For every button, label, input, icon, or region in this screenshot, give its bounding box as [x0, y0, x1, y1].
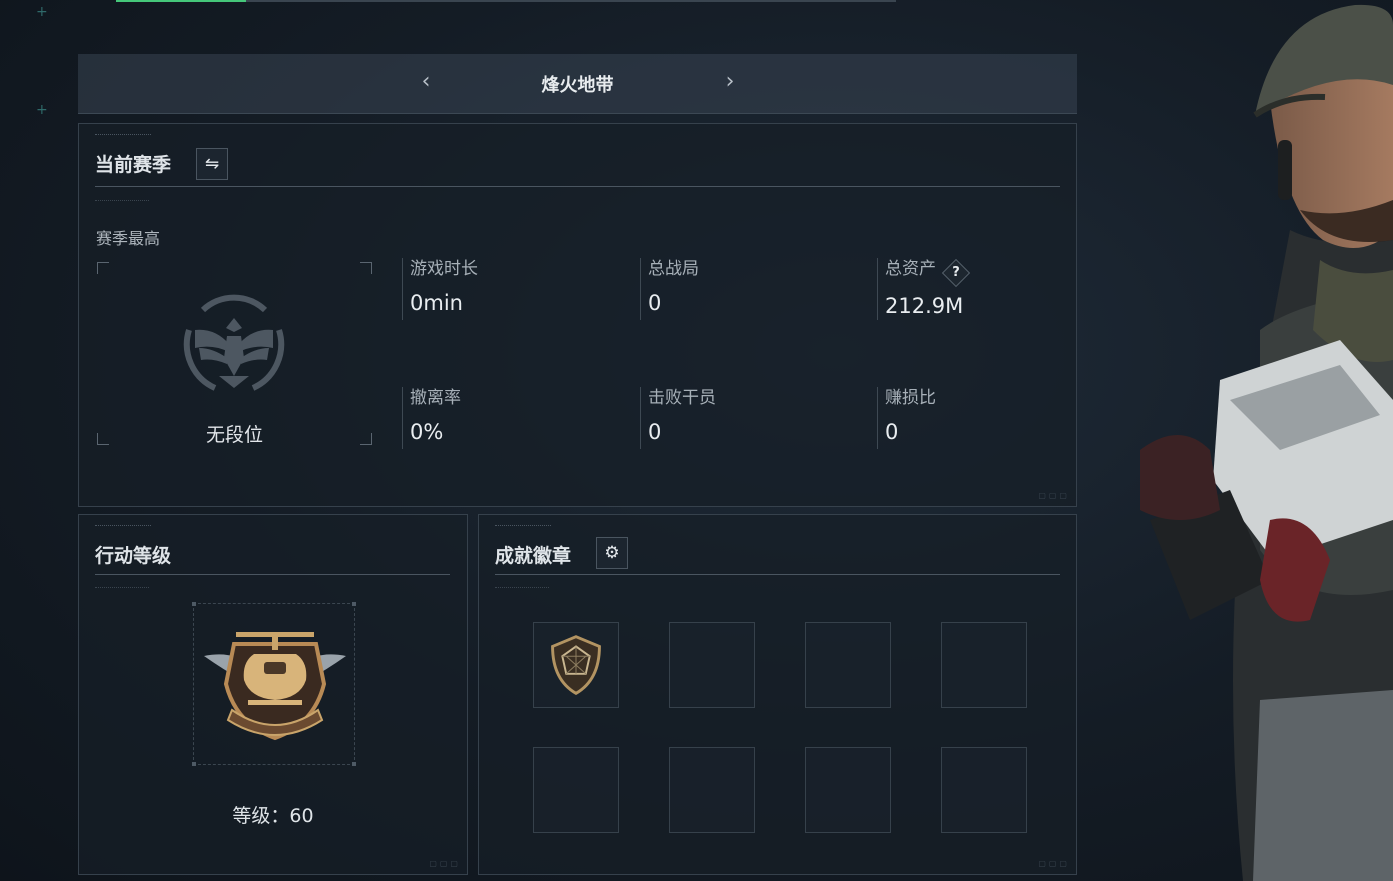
season-best-label: 赛季最高 — [96, 229, 161, 248]
help-icon[interactable]: ? — [941, 258, 971, 288]
divider — [95, 574, 450, 575]
level-heading: 行动等级 — [95, 545, 172, 567]
stat-label: 游戏时长 — [410, 259, 478, 279]
rank-frame: 无段位 — [97, 262, 372, 446]
stat-total-assets: 总资产? 212.9M — [877, 258, 1077, 320]
achievement-slot[interactable] — [533, 622, 619, 708]
chevron-right-icon[interactable]: › — [718, 70, 742, 94]
achievement-slot[interactable] — [669, 622, 755, 708]
deco-tick — [95, 200, 149, 203]
operation-level-panel: 行动等级 等级：60 ▢▢▢ — [78, 514, 468, 875]
gear-icon: ⚙ — [604, 543, 620, 563]
deco-tick — [495, 525, 551, 528]
achievement-slot[interactable] — [533, 747, 619, 833]
stat-value: 212.9M — [885, 294, 964, 318]
achievement-slot[interactable] — [805, 747, 891, 833]
stat-total-matches: 总战局 0 — [640, 258, 840, 320]
deco-tick — [95, 587, 149, 590]
rank-emblem-icon — [183, 294, 285, 391]
stat-play-time: 游戏时长 0min — [402, 258, 602, 320]
stat-label: 赚损比 — [885, 388, 936, 408]
divider — [495, 574, 1060, 575]
top-progress-line — [116, 0, 896, 2]
stat-label: 总战局 — [648, 259, 699, 279]
stat-value: 0 — [648, 291, 662, 315]
stat-operators-defeated: 击败干员 0 — [640, 387, 840, 449]
shield-badge-icon — [551, 635, 601, 696]
stat-extract-rate: 撤离率 0% — [402, 387, 602, 449]
stat-profit-loss-ratio: 赚损比 0 — [877, 387, 1077, 449]
helicopter-badge-icon — [204, 632, 346, 741]
deco-tick — [95, 525, 151, 528]
operator-portrait — [1140, 4, 1393, 881]
deco-cross: + — [36, 4, 48, 20]
achievement-slot[interactable] — [805, 622, 891, 708]
deco-corner: ▢▢▢ — [429, 859, 461, 868]
divider — [95, 186, 1060, 187]
season-heading: 当前赛季 — [95, 154, 172, 176]
switch-arrows-icon: ⇋ — [204, 154, 220, 174]
achievement-slot[interactable] — [669, 747, 755, 833]
achievement-settings-button[interactable]: ⚙ — [596, 537, 628, 569]
rank-name: 无段位 — [205, 424, 263, 446]
deco-cross: + — [36, 102, 48, 118]
level-value: 等级：60 — [232, 805, 314, 827]
stat-value: 0% — [410, 420, 444, 444]
top-progress-accent — [116, 0, 246, 2]
achievement-badges-panel: 成就徽章 ⚙ ▢▢▢ — [478, 514, 1077, 875]
stat-label-row: 总资产? — [885, 258, 1077, 288]
level-badge-frame — [192, 602, 356, 766]
deco-corner: ▢▢▢ — [1038, 491, 1070, 500]
stat-value: 0 — [648, 420, 662, 444]
stat-value: 0min — [410, 291, 463, 315]
stat-label: 撤离率 — [410, 388, 461, 408]
deco-corner: ▢▢▢ — [1038, 859, 1070, 868]
current-season-panel: 当前赛季 ⇋ 赛季最高 无段位 游戏时长 0min 总战局 0 总资产 ? 21… — [78, 123, 1077, 507]
stat-label: 击败干员 — [648, 388, 716, 408]
mode-title: 烽火地带 — [541, 75, 614, 96]
achievement-slot[interactable] — [941, 747, 1027, 833]
stat-label: 总资产 — [885, 259, 936, 279]
season-switch-button[interactable]: ⇋ — [196, 148, 228, 180]
achievement-slot[interactable] — [941, 622, 1027, 708]
achievements-heading: 成就徽章 — [495, 545, 572, 567]
stat-value: 0 — [885, 420, 899, 444]
mode-switch-bar: ‹ 烽火地带 › — [78, 54, 1077, 114]
deco-tick — [95, 134, 151, 137]
deco-tick — [495, 587, 549, 590]
